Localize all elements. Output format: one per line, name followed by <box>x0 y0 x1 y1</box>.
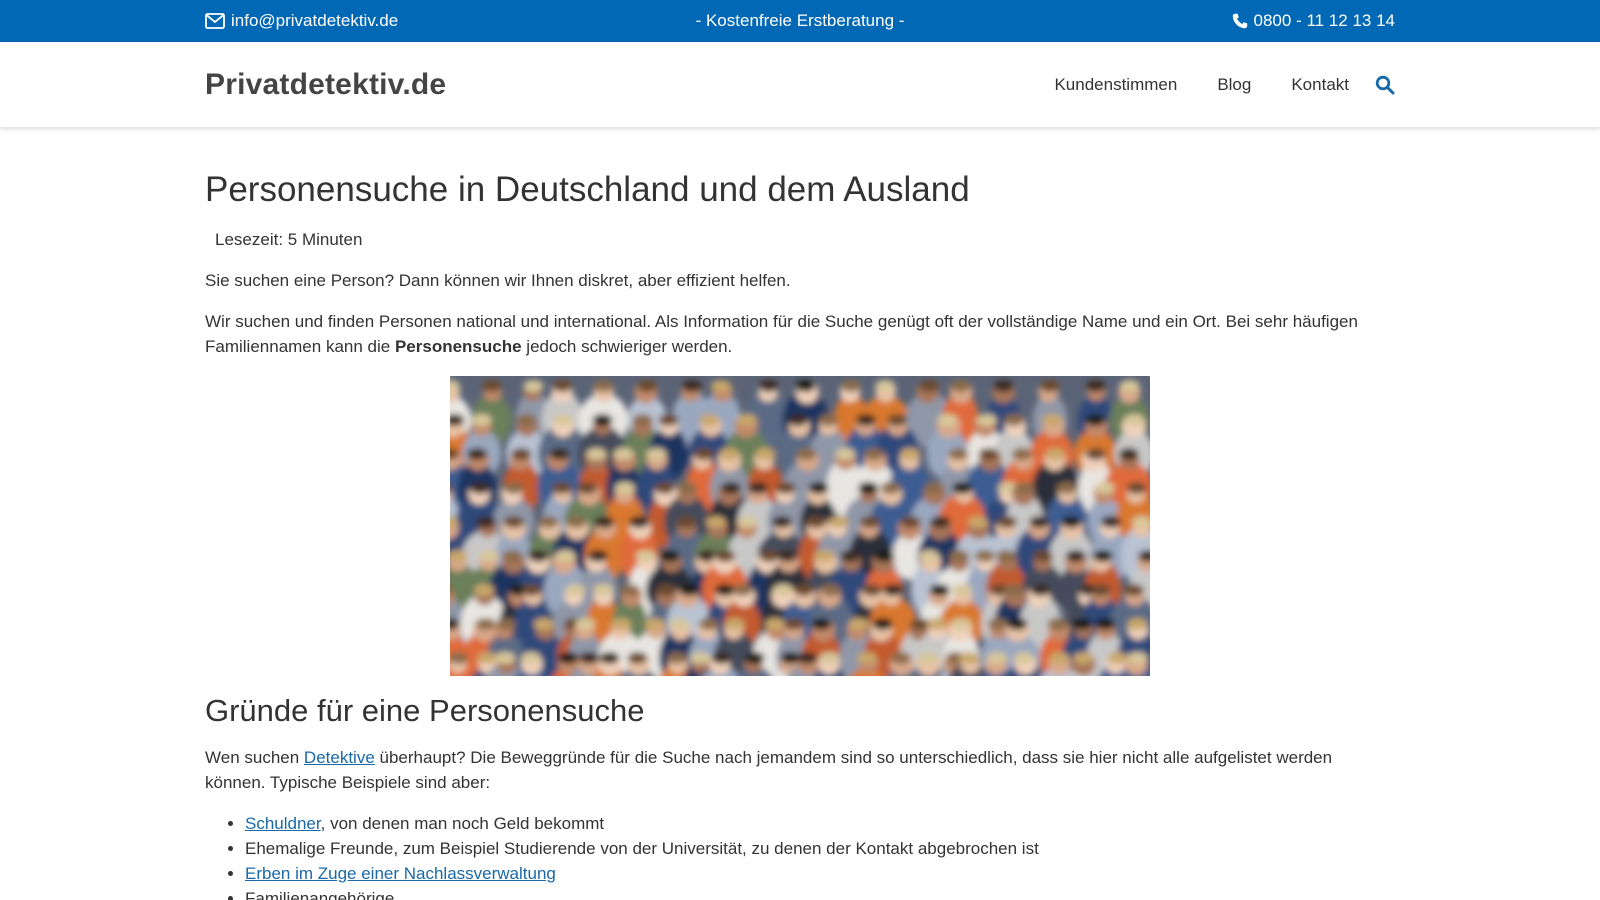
erben-link[interactable]: Erben im Zuge einer Nachlassverwaltung <box>245 864 556 883</box>
top-contact-bar: info@privatdetektiv.de - Kostenfreie Ers… <box>0 0 1600 42</box>
site-header: Privatdetektiv.de Kundenstimmen Blog Kon… <box>0 42 1600 127</box>
reading-time: Lesezeit: 5 Minuten <box>215 230 363 249</box>
main-nav: Kundenstimmen Blog Kontakt <box>1054 75 1395 95</box>
detektive-link[interactable]: Detektive <box>304 748 375 767</box>
article: Personensuche in Deutschland und dem Aus… <box>205 127 1395 900</box>
list-item: Ehemalige Freunde, zum Beispiel Studiere… <box>245 836 1395 861</box>
section-title: Gründe für eine Personensuche <box>205 693 645 728</box>
crowd-image <box>450 376 1150 676</box>
paragraph-text: Wen suchen <box>205 748 304 767</box>
list-item: Erben im Zuge einer Nachlassverwaltung <box>245 861 1395 886</box>
list-item: Schuldner, von denen man noch Geld bekom… <box>245 811 1395 836</box>
paragraph-text: jedoch schwieriger werden. <box>521 337 733 356</box>
list-item: Familienangehörige <box>245 886 1395 900</box>
phone-link[interactable]: 0800 - 11 12 13 14 <box>1232 11 1395 31</box>
bold-keyword: Personensuche <box>394 337 522 356</box>
nav-blog[interactable]: Blog <box>1217 75 1251 95</box>
paragraph-text: Wir suchen und finden Personen national … <box>205 312 1358 356</box>
search-paragraph: Wir suchen und finden Personen national … <box>205 309 1395 359</box>
email-text: info@privatdetektiv.de <box>231 11 399 30</box>
list-item-text: , von denen man noch Geld bekommt <box>320 814 605 833</box>
nav-kontakt[interactable]: Kontakt <box>1291 75 1349 95</box>
free-consultation-text: - Kostenfreie Erstberatung - <box>695 11 905 30</box>
envelope-icon <box>205 13 225 29</box>
site-logo[interactable]: Privatdetektiv.de <box>205 68 446 102</box>
section-paragraph: Wen suchen Detektive überhaupt? Die Bewe… <box>205 745 1395 795</box>
schuldner-link[interactable]: Schuldner <box>245 814 321 833</box>
email-link[interactable]: info@privatdetektiv.de <box>205 11 398 31</box>
paragraph-text: überhaupt? Die Beweggründe für die Suche… <box>205 748 1333 792</box>
intro-paragraph: Sie suchen eine Person? Dann können wir … <box>205 271 791 290</box>
search-icon[interactable] <box>1375 75 1395 95</box>
phone-icon <box>1232 13 1248 29</box>
page-title: Personensuche in Deutschland und dem Aus… <box>205 170 970 209</box>
phone-text: 0800 - 11 12 13 14 <box>1253 11 1395 30</box>
nav-kundenstimmen[interactable]: Kundenstimmen <box>1054 75 1177 95</box>
reasons-list: Schuldner, von denen man noch Geld bekom… <box>205 811 1395 900</box>
